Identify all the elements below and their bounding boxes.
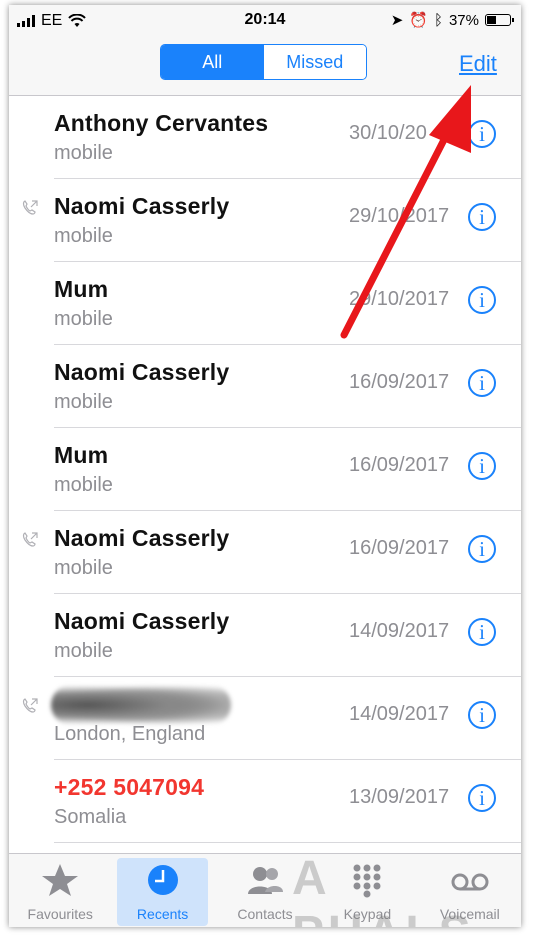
tab-favourites[interactable]: Favourites: [9, 854, 111, 927]
call-detail: mobile: [54, 640, 113, 662]
call-date: 13/09/2017: [349, 786, 450, 808]
call-detail: mobile: [54, 225, 113, 247]
watermark-text: A PUALS: [292, 852, 471, 927]
location-icon: ➤: [390, 12, 404, 29]
caller-name: Mum: [54, 442, 109, 468]
call-date: 29/10/2017: [349, 205, 450, 227]
redacted-caller-name: [51, 685, 231, 725]
call-date: 16/09/2017: [349, 371, 450, 393]
clock-icon: [147, 865, 178, 895]
bluetooth-icon: ᛒ: [433, 11, 443, 29]
call-detail: mobile: [54, 474, 113, 496]
call-date: 16/09/2017: [349, 454, 450, 476]
contacts-icon: [248, 867, 284, 894]
info-icon[interactable]: i: [468, 120, 496, 148]
caller-name: Naomi Casserly: [54, 525, 230, 551]
edit-button[interactable]: Edit: [459, 51, 497, 77]
battery-icon: [485, 14, 514, 26]
caller-name: Naomi Casserly: [54, 359, 230, 385]
info-icon[interactable]: i: [468, 369, 496, 397]
recents-list: Anthony Cervantes mobile 30/10/20 i Naomi Ca…: [9, 96, 521, 843]
info-icon[interactable]: i: [468, 203, 496, 231]
call-row[interactable]: Naomi Casserly mobile 29/10/2017 i: [9, 179, 521, 262]
nav-bar: All Missed Edit: [9, 37, 521, 96]
call-row[interactable]: +252 5047094 Somalia 13/09/2017 i: [9, 760, 521, 843]
info-icon[interactable]: i: [468, 618, 496, 646]
call-row[interactable]: Naomi Casserly mobile 16/09/2017 i: [9, 511, 521, 594]
outgoing-call-icon: [21, 199, 39, 217]
caller-name: Anthony Cervantes: [54, 110, 269, 136]
info-icon[interactable]: i: [468, 784, 496, 812]
caller-name: Mum: [54, 276, 109, 302]
call-date: 14/09/2017: [349, 620, 450, 642]
call-row[interactable]: London, England 14/09/2017 i: [9, 677, 521, 760]
phone-screen: EE 20:14 ➤ ⏰ ᛒ 37% All Missed Edit Antho…: [9, 5, 521, 927]
call-row[interactable]: Naomi Casserly mobile 16/09/2017 i: [9, 345, 521, 428]
battery-percentage: 37%: [448, 11, 479, 29]
call-row[interactable]: Mum mobile 16/09/2017 i: [9, 428, 521, 511]
status-bar: EE 20:14 ➤ ⏰ ᛒ 37%: [9, 5, 521, 37]
caller-name: Naomi Casserly: [54, 193, 230, 219]
call-detail: mobile: [54, 391, 113, 413]
call-date: 16/09/2017: [349, 537, 450, 559]
call-row[interactable]: Naomi Casserly mobile 14/09/2017 i: [9, 594, 521, 677]
call-detail: mobile: [54, 308, 113, 330]
segment-missed[interactable]: Missed: [263, 45, 366, 79]
call-date: 29/10/2017: [349, 288, 450, 310]
segment-all[interactable]: All: [161, 45, 264, 79]
info-icon[interactable]: i: [468, 535, 496, 563]
caller-name: Naomi Casserly: [54, 608, 230, 634]
call-detail: Somalia: [54, 806, 127, 828]
info-icon[interactable]: i: [468, 286, 496, 314]
star-icon: [42, 864, 79, 896]
caller-name: +252 5047094: [54, 774, 205, 800]
call-row[interactable]: Anthony Cervantes mobile 30/10/20 i: [9, 96, 521, 179]
call-detail: mobile: [54, 142, 113, 164]
outgoing-call-icon: [21, 697, 39, 715]
alarm-icon: ⏰: [409, 12, 428, 29]
call-date: 30/10/20: [349, 122, 427, 144]
call-detail: mobile: [54, 557, 113, 579]
call-row[interactable]: Mum mobile 29/10/2017 i: [9, 262, 521, 345]
info-icon[interactable]: i: [468, 701, 496, 729]
filter-segmented-control: All Missed: [160, 44, 367, 80]
info-icon[interactable]: i: [468, 452, 496, 480]
call-date: 14/09/2017: [349, 703, 450, 725]
call-detail: London, England: [54, 723, 206, 745]
tab-recents[interactable]: Recents: [111, 854, 213, 927]
outgoing-call-icon: [21, 531, 39, 549]
